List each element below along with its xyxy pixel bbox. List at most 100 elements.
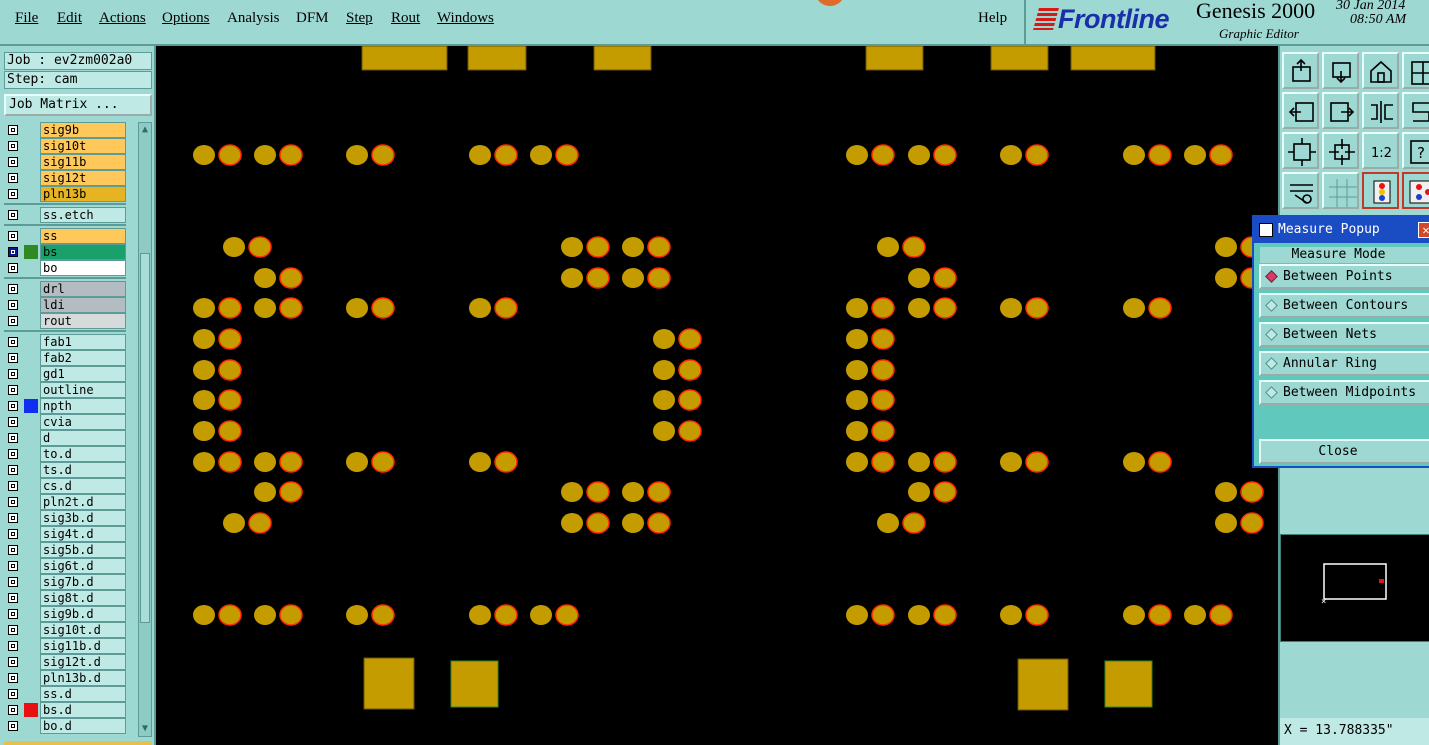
board-pad[interactable] <box>1148 604 1172 626</box>
layer-row-sig7b-d[interactable]: sig7b.d <box>4 574 126 590</box>
board-pad[interactable] <box>193 360 215 380</box>
layer-name[interactable]: sig11b.d <box>40 638 126 654</box>
board-pad[interactable] <box>1123 452 1145 472</box>
board-pad[interactable] <box>371 297 395 319</box>
board-pad[interactable] <box>279 481 303 503</box>
layer-row-sig8t-d[interactable]: sig8t.d <box>4 590 126 606</box>
board-pad[interactable] <box>933 604 957 626</box>
layer-checkbox[interactable] <box>8 673 18 683</box>
layer-name[interactable]: sig10t <box>40 138 126 154</box>
layer-row-fab1[interactable]: fab1 <box>4 334 126 350</box>
pan-right-button[interactable] <box>1322 92 1359 129</box>
board-pad[interactable] <box>622 268 644 288</box>
layer-checkbox[interactable] <box>8 337 18 347</box>
layer-name[interactable]: pln13b.d <box>40 670 126 686</box>
layer-checkbox[interactable] <box>8 449 18 459</box>
layer-name[interactable]: gd1 <box>40 366 126 382</box>
reflect-button[interactable] <box>1362 92 1399 129</box>
board-pad[interactable] <box>846 298 868 318</box>
board-pad[interactable] <box>279 604 303 626</box>
layer-checkbox[interactable] <box>8 173 18 183</box>
board-pad[interactable] <box>193 421 215 441</box>
layer-row-ldi[interactable]: ldi <box>4 297 126 313</box>
layer-row-sig5b-d[interactable]: sig5b.d <box>4 542 126 558</box>
board-pad[interactable] <box>561 513 583 533</box>
board-view[interactable] <box>158 46 1278 745</box>
board-pad[interactable] <box>561 268 583 288</box>
layer-row-bo[interactable]: bo <box>4 260 126 276</box>
layer-checkbox[interactable] <box>8 609 18 619</box>
board-pad[interactable] <box>871 328 895 350</box>
board-pad[interactable] <box>653 360 675 380</box>
layer-checkbox[interactable] <box>8 369 18 379</box>
board-pad[interactable] <box>193 145 215 165</box>
close-button[interactable]: Close <box>1259 439 1429 464</box>
layer-name[interactable]: bs <box>40 244 126 260</box>
layer-checkbox[interactable] <box>8 401 18 411</box>
board-pad[interactable] <box>218 389 242 411</box>
menu-dfm[interactable]: DFM <box>296 10 329 27</box>
layer-name[interactable]: fab1 <box>40 334 126 350</box>
layer-checkbox[interactable] <box>8 497 18 507</box>
board-smd-pad[interactable] <box>1104 660 1153 708</box>
layer-name[interactable]: rout <box>40 313 126 329</box>
graphic-canvas[interactable] <box>158 46 1278 745</box>
window-menu-icon[interactable] <box>1259 223 1273 237</box>
board-pad[interactable] <box>346 145 368 165</box>
pan-left-button[interactable] <box>1282 92 1319 129</box>
board-pad[interactable] <box>494 451 518 473</box>
board-pad[interactable] <box>1025 297 1049 319</box>
board-pad[interactable] <box>678 328 702 350</box>
layer-checkbox[interactable] <box>8 231 18 241</box>
layer-checkbox[interactable] <box>8 210 18 220</box>
board-pad[interactable] <box>908 605 930 625</box>
board-pad[interactable] <box>871 604 895 626</box>
layer-row-bs[interactable]: bs <box>4 244 126 260</box>
layer-row-sig11b[interactable]: sig11b <box>4 154 126 170</box>
board-pad[interactable] <box>647 481 671 503</box>
board-pad[interactable] <box>530 605 552 625</box>
layer-checkbox[interactable] <box>8 641 18 651</box>
overview-map[interactable]: × <box>1280 534 1429 642</box>
snap-grid-button[interactable] <box>1322 172 1359 209</box>
board-pad[interactable] <box>622 513 644 533</box>
layer-checkbox[interactable] <box>8 189 18 199</box>
layer-row-bo-d[interactable]: bo.d <box>4 718 126 734</box>
measure-option-between-points[interactable]: Between Points <box>1259 264 1429 289</box>
board-pad[interactable] <box>647 267 671 289</box>
layer-row-d[interactable]: d <box>4 430 126 446</box>
layer-row-pln2t-d[interactable]: pln2t.d <box>4 494 126 510</box>
board-pad[interactable] <box>1148 451 1172 473</box>
board-pad[interactable] <box>1184 605 1206 625</box>
board-pad[interactable] <box>622 237 644 257</box>
measure-option-between-contours[interactable]: Between Contours <box>1259 293 1429 318</box>
board-pad[interactable] <box>933 144 957 166</box>
board-pad[interactable] <box>871 420 895 442</box>
board-pad[interactable] <box>586 512 610 534</box>
layer-name[interactable]: sig12t.d <box>40 654 126 670</box>
radio-diamond-icon[interactable] <box>1265 328 1278 341</box>
layer-checkbox[interactable] <box>8 141 18 151</box>
layer-row-sig11b-d[interactable]: sig11b.d <box>4 638 126 654</box>
layer-name[interactable]: ss.d <box>40 686 126 702</box>
layer-name[interactable]: sig11b <box>40 154 126 170</box>
board-pad[interactable] <box>371 604 395 626</box>
layer-row-sig4t-d[interactable]: sig4t.d <box>4 526 126 542</box>
board-pad[interactable] <box>1025 144 1049 166</box>
zoom-home-button[interactable] <box>1282 52 1319 89</box>
board-pad[interactable] <box>846 145 868 165</box>
layer-name[interactable]: sig9b.d <box>40 606 126 622</box>
layer-name[interactable]: sig7b.d <box>40 574 126 590</box>
board-pad[interactable] <box>1215 268 1237 288</box>
board-pad[interactable] <box>871 297 895 319</box>
board-pad[interactable] <box>254 268 276 288</box>
layer-name[interactable]: ss.etch <box>40 207 126 223</box>
layer-checkbox[interactable] <box>8 657 18 667</box>
board-pad[interactable] <box>254 145 276 165</box>
board-pad[interactable] <box>933 451 957 473</box>
fit-button[interactable] <box>1282 132 1319 169</box>
board-smd-pad[interactable] <box>1017 658 1069 711</box>
layer-name[interactable]: fab2 <box>40 350 126 366</box>
board-pad[interactable] <box>279 297 303 319</box>
board-pad[interactable] <box>908 452 930 472</box>
